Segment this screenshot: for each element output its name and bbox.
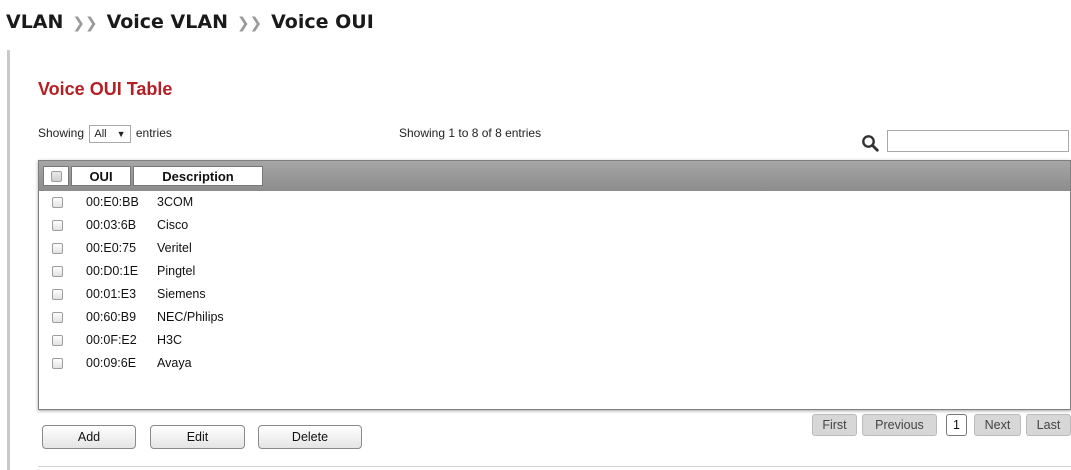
breadcrumb-separator-icon: ❯❯ (236, 14, 263, 32)
row-checkbox[interactable] (52, 243, 63, 254)
oui-cell: 00:03:6B (86, 218, 137, 232)
table-row[interactable]: 00:0F:E2 H3C (39, 329, 1070, 352)
showing-suffix: entries (135, 126, 172, 140)
select-all-cell (43, 166, 69, 186)
column-header-oui[interactable]: OUI (71, 166, 131, 186)
oui-cell: 00:D0:1E (86, 264, 139, 278)
page-size-select[interactable]: All ▼ (89, 124, 131, 143)
oui-cell: 00:0F:E2 (86, 333, 137, 347)
magnifier-icon (862, 135, 879, 152)
table-row[interactable]: 00:01:E3 Siemens (39, 283, 1070, 306)
select-all-checkbox[interactable] (50, 171, 62, 182)
oui-cell: 00:01:E3 (86, 287, 137, 301)
entries-info: Showing 1 to 8 of 8 entries (399, 126, 542, 140)
triangle-down-icon: ▼ (116, 128, 126, 139)
table-body: 00:E0:BB 3COM 00:03:6B Cisco 00:E0:75 Veritel… (39, 191, 1070, 375)
delete-button[interactable]: Delete (258, 425, 362, 449)
row-checkbox[interactable] (52, 335, 63, 346)
table-row[interactable]: 00:E0:BB 3COM (39, 191, 1070, 214)
breadcrumb-item-vlan[interactable]: VLAN (6, 11, 63, 33)
breadcrumb-separator-icon: ❯❯ (72, 14, 98, 32)
table-row[interactable]: 00:60:B9 NEC/Philips (39, 306, 1070, 329)
description-cell: Veritel (157, 241, 192, 255)
edit-button[interactable]: Edit (150, 425, 245, 449)
breadcrumb: VLAN ❯❯ Voice VLAN ❯❯ Voice OUI (6, 4, 374, 40)
oui-cell: 00:E0:75 (86, 241, 137, 255)
row-checkbox[interactable] (52, 220, 63, 231)
column-header-description[interactable]: Description (133, 166, 263, 186)
description-cell: Pingtel (157, 264, 196, 278)
pagination-next[interactable]: Next (974, 414, 1021, 436)
row-checkbox[interactable] (52, 266, 63, 277)
row-checkbox[interactable] (52, 289, 63, 300)
description-cell: NEC/Philips (157, 310, 224, 324)
table-header: OUI Description (39, 161, 1070, 191)
table-row[interactable]: 00:D0:1E Pingtel (39, 260, 1070, 283)
description-cell: 3COM (157, 195, 194, 209)
left-border (7, 50, 10, 470)
breadcrumb-item-voice-vlan[interactable]: Voice VLAN (107, 11, 228, 33)
row-checkbox[interactable] (52, 312, 63, 323)
oui-cell: 00:09:6E (86, 356, 137, 370)
showing-prefix: Showing (38, 126, 85, 140)
pagination-previous[interactable]: Previous (862, 414, 937, 436)
bottom-divider (38, 466, 1071, 467)
description-cell: H3C (157, 333, 183, 347)
oui-table: OUI Description 00:E0:BB 3COM 00:03:6B Cisc… (38, 160, 1071, 410)
page-size-control: Showing All ▼ entries (38, 123, 172, 143)
card-title: Voice OUI Table (38, 79, 173, 99)
page-size-value: All (94, 127, 107, 140)
pagination-page-1[interactable]: 1 (946, 414, 967, 436)
add-button[interactable]: Add (42, 425, 136, 449)
oui-cell: 00:60:B9 (86, 310, 137, 324)
table-row[interactable]: 00:03:6B Cisco (39, 214, 1070, 237)
row-checkbox[interactable] (52, 197, 63, 208)
description-cell: Cisco (157, 218, 189, 232)
pagination-last[interactable]: Last (1026, 414, 1071, 436)
description-cell: Siemens (157, 287, 206, 301)
oui-cell: 00:E0:BB (86, 195, 139, 209)
description-cell: Avaya (157, 356, 192, 370)
table-row[interactable]: 00:09:6E Avaya (39, 352, 1070, 375)
table-row[interactable]: 00:E0:75 Veritel (39, 237, 1070, 260)
search-input[interactable] (887, 130, 1069, 152)
breadcrumb-item-voice-oui: Voice OUI (271, 11, 374, 33)
pagination-first[interactable]: First (812, 414, 857, 436)
row-checkbox[interactable] (52, 358, 63, 369)
